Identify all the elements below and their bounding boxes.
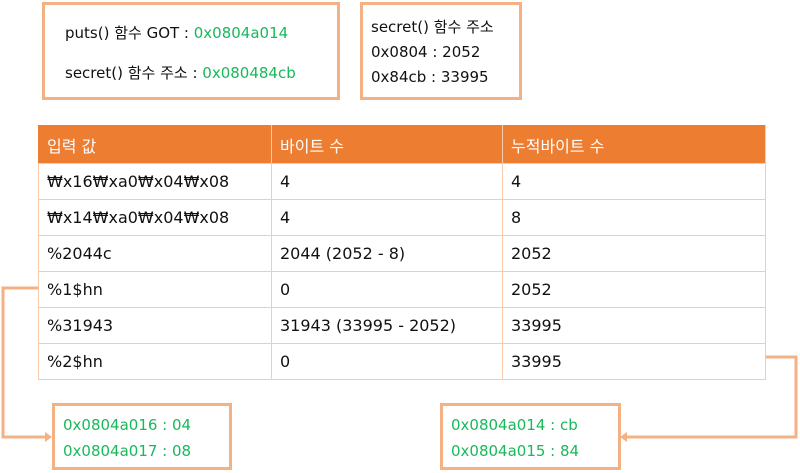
result-line: 0x0804a017 : 08 [63,442,192,460]
puts-got-label: puts() 함수 GOT : [65,24,194,42]
cell: 31943 (33995 - 2052) [271,307,503,344]
cell: 0 [271,343,503,380]
split-title: secret() 함수 주소 [371,18,494,36]
header-bytes: 바이트 수 [271,125,503,164]
cell: 4 [271,163,503,200]
cell: 4 [502,163,766,200]
arrow-head-left [45,432,52,442]
right-result-box: 0x0804a014 : cb 0x0804a015 : 84 [440,403,621,470]
cell: 0 [271,271,503,308]
cell: 2052 [502,271,766,308]
cell: 4 [271,199,503,236]
header-input: 입력 값 [38,125,272,164]
cell: ₩x16₩xa0₩x04₩x08 [38,163,272,200]
got-info-box: puts() 함수 GOT : 0x0804a014 secret() 함수 주… [42,2,340,100]
arrow-head-right [620,432,627,442]
cell: ₩x14₩xa0₩x04₩x08 [38,199,272,236]
puts-got-value: 0x0804a014 [193,24,289,42]
cell: 33995 [502,307,766,344]
cell: %2$hn [38,343,272,380]
secret-addr-label: secret() 함수 주소 : [65,64,203,82]
header-cumulative: 누적바이트 수 [502,125,766,164]
table-row: %2044c 2044 (2052 - 8) 2052 [38,235,766,272]
table-header: 입력 값 바이트 수 누적바이트 수 [38,125,766,164]
result-line: 0x0804a015 : 84 [451,442,580,460]
table-row: %2$hn 0 33995 [38,343,766,380]
result-line: 0x0804a016 : 04 [63,416,192,434]
table-row: ₩x14₩xa0₩x04₩x08 4 8 [38,199,766,236]
cell: %1$hn [38,271,272,308]
table-row: %31943 31943 (33995 - 2052) 33995 [38,307,766,344]
secret-split-box: secret() 함수 주소 0x0804 : 2052 0x84cb : 33… [360,2,522,100]
table-row: %1$hn 0 2052 [38,271,766,308]
payload-table: 입력 값 바이트 수 누적바이트 수 ₩x16₩xa0₩x04₩x08 4 4 ₩x… [38,125,766,380]
result-line: 0x0804a014 : cb [451,416,578,434]
table-row: ₩x16₩xa0₩x04₩x08 4 4 [38,163,766,200]
cell: %2044c [38,235,272,272]
cell: 2052 [502,235,766,272]
left-result-box: 0x0804a016 : 04 0x0804a017 : 08 [52,403,232,470]
cell: 33995 [502,343,766,380]
cell: 2044 (2052 - 8) [271,235,503,272]
secret-addr-value: 0x080484cb [202,64,296,82]
cell: 8 [502,199,766,236]
cell: %31943 [38,307,272,344]
split-line-low: 0x84cb : 33995 [371,68,489,86]
split-line-high: 0x0804 : 2052 [371,43,481,61]
